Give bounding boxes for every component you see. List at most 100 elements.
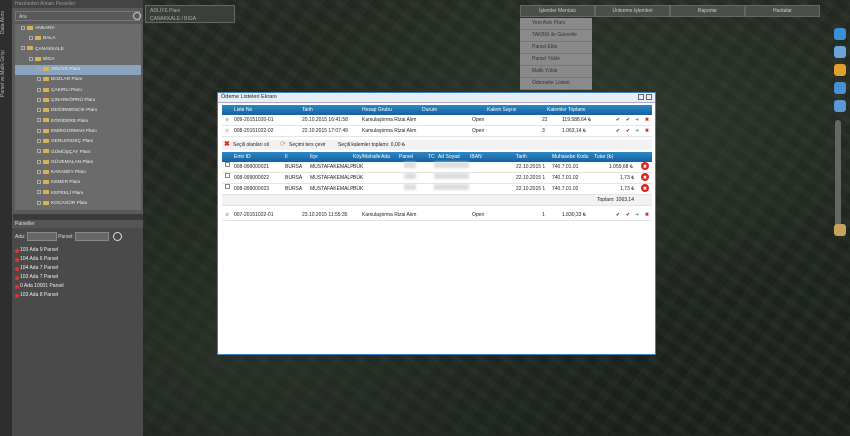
forward-icon[interactable]: ➜: [633, 210, 641, 218]
collapse-icon[interactable]: ⊖: [225, 126, 229, 136]
menu-item-takbis[interactable]: TAKBİS ile Güncelle: [520, 30, 592, 42]
tree-plan-item[interactable]: EĞRİDERE Planı: [15, 117, 141, 127]
map-title-tab[interactable]: ADLİYE Planı ÇANAKKALE / BİGA: [145, 5, 235, 23]
tree-plan-item[interactable]: EMİRGORMAN Planı: [15, 127, 141, 137]
tree-plan-item[interactable]: KEMER Planı: [15, 178, 141, 188]
checkbox-icon[interactable]: [37, 200, 41, 205]
checkbox-icon[interactable]: [21, 25, 25, 30]
map-type-icon[interactable]: [834, 224, 846, 236]
ada-input[interactable]: [26, 232, 57, 242]
checkbox-icon[interactable]: [37, 139, 41, 143]
check-icon[interactable]: ✔: [624, 210, 632, 218]
tree-plan-item[interactable]: GÜMÜŞÇAY Planı: [15, 148, 141, 158]
tree-search-input[interactable]: Ara: [15, 11, 140, 21]
checkbox-icon[interactable]: [37, 169, 41, 174]
checkbox-icon[interactable]: [37, 87, 41, 92]
checkbox-icon[interactable]: [37, 190, 41, 195]
row-checkbox[interactable]: [225, 173, 230, 178]
menu-item-payments[interactable]: Ödemeler Listesi: [520, 78, 592, 90]
checkbox-icon[interactable]: [29, 36, 33, 41]
zoom-slider[interactable]: [835, 120, 841, 230]
table-row[interactable]: 008-999000021 BURSA MUSTAFAKEMALP BÜK 22…: [222, 162, 652, 173]
expand-icon[interactable]: ⊕: [225, 115, 229, 125]
remove-icon[interactable]: ✖: [641, 184, 649, 192]
delete-icon[interactable]: ✖: [643, 115, 651, 123]
checkbox-icon[interactable]: [37, 128, 41, 133]
measure-icon[interactable]: [834, 100, 846, 112]
table-row[interactable]: ⊕ 007-20151022-01 23.10.2015 11:55:35 Ka…: [222, 210, 652, 221]
tree-plan-item[interactable]: KOCAGÜR Planı: [15, 199, 141, 209]
approve-icon[interactable]: ✔: [614, 126, 622, 134]
delete-selected-icon[interactable]: ✖: [224, 140, 230, 150]
settings-icon[interactable]: [133, 12, 141, 20]
menu-item-add-parcel[interactable]: Parsel Ekle: [520, 42, 592, 54]
tree-folder[interactable]: ÇANAKKALE: [15, 45, 141, 55]
parcel-list-item[interactable]: 103 Ada 9 Parsel: [12, 246, 143, 255]
globe-icon[interactable]: [834, 82, 846, 94]
forward-icon[interactable]: ➜: [633, 126, 641, 134]
checkbox-icon[interactable]: [37, 97, 41, 102]
close-icon[interactable]: [646, 94, 652, 100]
tree-plan-item[interactable]: BOZLAR Planı: [15, 75, 141, 85]
tree-plan-item[interactable]: ÇINARKÖPRÜ Planı: [15, 96, 141, 106]
tree-plan-item[interactable]: KEPEKLİ Planı: [15, 189, 141, 199]
table-row[interactable]: ⊕ 009-20151020-01 20.10.2015 16:41:58 Ka…: [222, 115, 652, 126]
table-row[interactable]: ⊖ 008-20151022-02 22.10.2015 17:07:49 Ka…: [222, 126, 652, 137]
row-checkbox[interactable]: [225, 162, 230, 167]
restore-icon[interactable]: [638, 94, 644, 100]
tree-folder[interactable]: BİGA: [15, 55, 141, 65]
tree-folder[interactable]: BALA: [15, 34, 141, 44]
checkbox-icon[interactable]: [37, 149, 41, 154]
delete-selected-button[interactable]: Seçili olanları sil: [233, 140, 269, 150]
layers-icon[interactable]: [834, 46, 846, 58]
row-checkbox[interactable]: [225, 184, 230, 189]
checkbox-icon[interactable]: [37, 118, 41, 123]
menu-haritalar[interactable]: Haritalar: [745, 5, 820, 17]
tree-plan-item[interactable]: ADLİYE Planı: [15, 65, 141, 76]
checkbox-icon[interactable]: [37, 77, 41, 82]
approve-icon[interactable]: ✔: [614, 210, 622, 218]
compass-icon[interactable]: [834, 28, 846, 40]
tab-data-alimi[interactable]: Data Alımı: [0, 2, 12, 42]
parcel-list-item[interactable]: 0 Ada 10001 Parsel: [12, 282, 143, 291]
approve-icon[interactable]: ✔: [614, 115, 622, 123]
checkbox-icon[interactable]: [37, 180, 41, 185]
checkbox-icon[interactable]: [37, 159, 41, 164]
table-row[interactable]: 008-999000022 BURSA MUSTAFAKEMALP BÜK 22…: [222, 173, 652, 184]
check-icon[interactable]: ✔: [624, 126, 632, 134]
table-row[interactable]: 008-999000023 BURSA MUSTAFAKEMALP BÜK 22…: [222, 184, 652, 195]
checkbox-icon[interactable]: [37, 108, 41, 113]
menu-unlenme[interactable]: Ünlenme İşlemleri: [595, 5, 670, 17]
tree-plan-item[interactable]: GERLENGEÇ Planı: [15, 137, 141, 147]
menu-item-load-owner[interactable]: Malik Yükle: [520, 66, 592, 78]
menu-raporlar[interactable]: Raporlar: [670, 5, 745, 17]
menu-item-new-plan[interactable]: Yeni Askı Planı: [520, 18, 592, 30]
forward-icon[interactable]: ➜: [633, 115, 641, 123]
tree-plan-item[interactable]: GÜVEMALAN Planı: [15, 158, 141, 168]
remove-icon[interactable]: ✖: [641, 173, 649, 181]
tab-parsel-malik[interactable]: Parsel ve Malik Girişi: [0, 44, 12, 104]
invert-selection-icon[interactable]: ⟳: [280, 140, 286, 150]
invert-selection-button[interactable]: Seçimi ters çevir: [289, 140, 326, 150]
street-view-icon[interactable]: [834, 64, 846, 76]
checkbox-icon[interactable]: [37, 66, 41, 71]
tree-plan-item[interactable]: KARABEY Planı: [15, 168, 141, 178]
tree-plan-item[interactable]: ÇAKIRLI Planı: [15, 86, 141, 96]
checkbox-icon[interactable]: [21, 46, 25, 51]
delete-icon[interactable]: ✖: [643, 126, 651, 134]
remove-icon[interactable]: ✖: [641, 162, 649, 170]
tree-folder[interactable]: ANKARA: [15, 24, 141, 34]
parsel-input[interactable]: [75, 232, 110, 242]
menu-islemler[interactable]: İşlemler Menüsü: [520, 5, 595, 17]
expand-icon[interactable]: ⊕: [225, 210, 229, 220]
delete-icon[interactable]: ✖: [643, 210, 651, 218]
parcel-list-item[interactable]: 103 Ada 8 Parsel: [12, 291, 143, 300]
tree-plan-item[interactable]: DEĞİRMENCİK Planı: [15, 106, 141, 116]
check-icon[interactable]: ✔: [624, 115, 632, 123]
menu-item-load-parcel[interactable]: Parsel Yükle: [520, 54, 592, 66]
parcel-list-item[interactable]: 103 Ada 7 Parsel: [12, 273, 143, 282]
parcel-list-item[interactable]: 104 Ada 7 Parsel: [12, 264, 143, 273]
parcel-list-item[interactable]: 104 Ada 6 Parsel: [12, 255, 143, 264]
search-icon[interactable]: [113, 232, 123, 242]
checkbox-icon[interactable]: [29, 56, 33, 61]
